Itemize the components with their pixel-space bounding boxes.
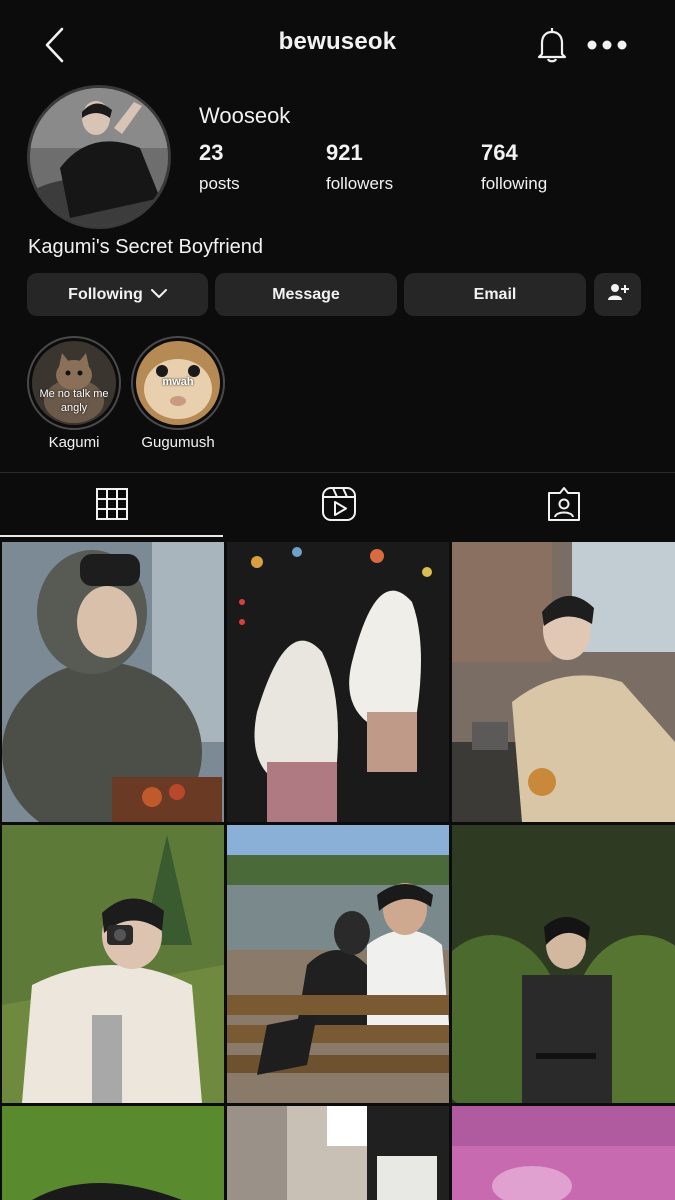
grid-post[interactable] — [227, 825, 449, 1103]
posts-count: 23 — [199, 140, 224, 165]
followers-count: 921 — [326, 140, 363, 165]
add-user-button[interactable] — [594, 273, 641, 316]
email-button[interactable]: Email — [404, 273, 586, 316]
highlight-caption: mwah — [162, 376, 194, 388]
highlight-ring: Me no talk me angly — [27, 336, 121, 430]
top-bar: bewuseok — [0, 0, 675, 88]
grid-post[interactable] — [452, 542, 675, 822]
bell-icon[interactable] — [534, 26, 570, 64]
grid-post[interactable] — [452, 1106, 675, 1200]
chevron-down-icon — [150, 286, 167, 304]
grid-post[interactable] — [2, 542, 224, 822]
highlight-caption: Me no talk me angly — [39, 388, 109, 414]
highlight-cover-image: Me no talk me angly — [32, 341, 116, 425]
tabs-divider — [0, 472, 675, 473]
grid-icon[interactable] — [92, 484, 132, 524]
more-horizontal-icon[interactable] — [584, 30, 630, 60]
highlight-name: Kagumi — [48, 434, 100, 451]
grid-post[interactable] — [227, 542, 449, 822]
highlight-kagumi[interactable]: Me no talk me angly Kagumi — [27, 336, 121, 451]
reels-icon[interactable] — [319, 484, 359, 524]
add-user-icon — [607, 282, 629, 307]
highlight-cover-image: mwah — [136, 341, 220, 425]
highlight-gugumush[interactable]: mwah Gugumush — [131, 336, 225, 451]
profile-username: bewuseok — [278, 28, 397, 55]
posts-stat[interactable]: 23 posts — [199, 140, 240, 194]
followers-label: followers — [326, 174, 394, 193]
active-tab-indicator — [0, 535, 223, 537]
highlight-name: Gugumush — [141, 434, 215, 451]
following-label: following — [481, 174, 548, 193]
following-button[interactable]: Following — [27, 273, 208, 316]
grid-post[interactable] — [2, 1106, 224, 1200]
email-button-label: Email — [473, 285, 517, 303]
followers-stat[interactable]: 921 followers — [326, 140, 393, 194]
posts-label: posts — [199, 174, 240, 193]
message-button-label: Message — [272, 285, 340, 303]
grid-post[interactable] — [452, 825, 675, 1103]
following-button-label: Following — [68, 285, 143, 303]
grid-post[interactable] — [2, 825, 224, 1103]
following-stat[interactable]: 764 following — [481, 140, 547, 194]
profile-avatar[interactable] — [27, 85, 171, 229]
profile-bio: Kagumi's Secret Boyfriend — [28, 236, 264, 258]
tagged-icon[interactable] — [544, 484, 584, 524]
following-count: 764 — [481, 140, 518, 165]
photo-grid — [0, 540, 675, 1200]
grid-post[interactable] — [227, 1106, 449, 1200]
message-button[interactable]: Message — [215, 273, 397, 316]
highlight-ring: mwah — [131, 336, 225, 430]
display-name: Wooseok — [199, 103, 291, 128]
